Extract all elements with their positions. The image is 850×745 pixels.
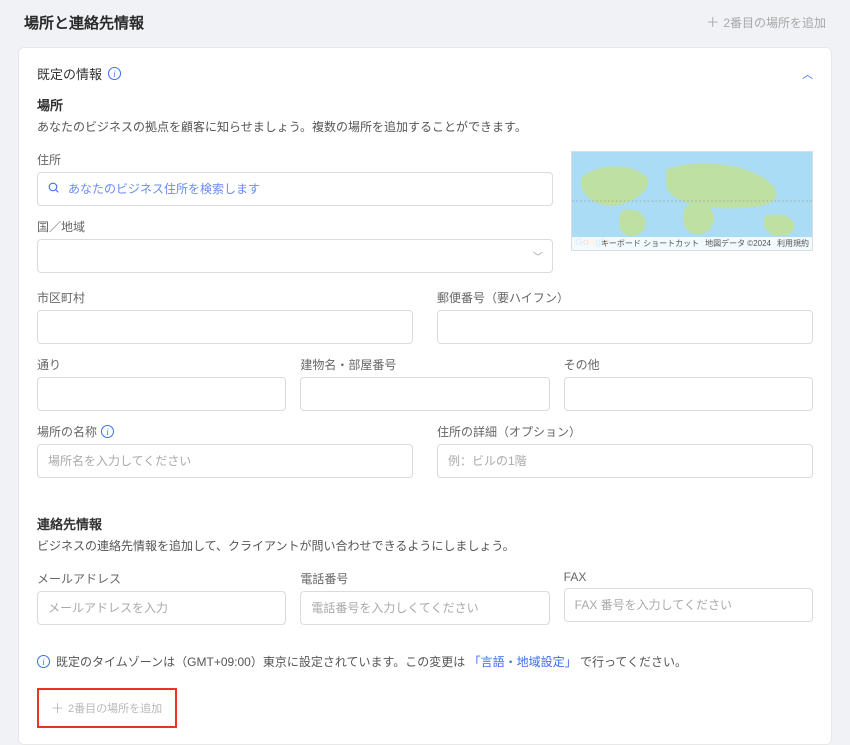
info-icon: i bbox=[37, 655, 50, 668]
fax-label: FAX bbox=[564, 570, 813, 584]
info-icon[interactable]: i bbox=[108, 67, 121, 80]
search-icon bbox=[47, 181, 60, 197]
page-title: 場所と連絡先情報 bbox=[24, 12, 144, 33]
street-input[interactable] bbox=[37, 377, 286, 411]
country-label: 国／地域 bbox=[37, 218, 553, 235]
phone-label: 電話番号 bbox=[300, 570, 549, 587]
postal-label: 郵便番号（要ハイフン） bbox=[437, 289, 813, 306]
location-name-label: 場所の名称 i bbox=[37, 423, 413, 440]
map-preview[interactable]: Google キーボード ショートカット 地図データ ©2024 利用規約 bbox=[571, 151, 813, 251]
contact-desc: ビジネスの連絡先情報を追加して、クライアントが問い合わせできるようにしましょう。 bbox=[37, 537, 813, 554]
city-input[interactable] bbox=[37, 310, 413, 344]
street-label: 通り bbox=[37, 356, 286, 373]
address-detail-label: 住所の詳細（オプション） bbox=[437, 423, 813, 440]
card-title: 既定の情報 i bbox=[37, 64, 121, 83]
contact-heading: 連絡先情報 bbox=[37, 514, 813, 533]
address-label: 住所 bbox=[37, 151, 553, 168]
email-label: メールアドレス bbox=[37, 570, 286, 587]
map-shortcuts[interactable]: キーボード ショートカット bbox=[601, 238, 699, 249]
add-second-location-bottom[interactable]: ＋ 2番目の場所を追加 bbox=[51, 700, 162, 716]
address-search-input[interactable] bbox=[37, 172, 553, 206]
building-label: 建物名・部屋番号 bbox=[300, 356, 549, 373]
country-select[interactable] bbox=[37, 239, 553, 273]
address-detail-input[interactable] bbox=[437, 444, 813, 478]
location-name-input[interactable] bbox=[37, 444, 413, 478]
plus-icon: ＋ bbox=[51, 702, 64, 715]
plus-icon: ＋ bbox=[706, 16, 719, 29]
timezone-note: i 既定のタイムゾーンは（GMT+09:00）東京に設定されています。この変更は… bbox=[37, 653, 813, 670]
add-second-location-top[interactable]: ＋ 2番目の場所を追加 bbox=[706, 14, 826, 31]
default-info-card: 既定の情報 i ︿ 場所 あなたのビジネスの拠点を顧客に知らせましょう。複数の場… bbox=[18, 47, 832, 745]
map-terms[interactable]: 利用規約 bbox=[777, 238, 809, 249]
other-input[interactable] bbox=[564, 377, 813, 411]
building-input[interactable] bbox=[300, 377, 549, 411]
email-input[interactable] bbox=[37, 591, 286, 625]
other-label: その他 bbox=[564, 356, 813, 373]
phone-input[interactable] bbox=[300, 591, 549, 625]
map-data: 地図データ ©2024 bbox=[705, 238, 771, 249]
collapse-chevron-icon[interactable]: ︿ bbox=[802, 66, 813, 82]
info-icon[interactable]: i bbox=[101, 425, 114, 438]
location-desc: あなたのビジネスの拠点を顧客に知らせましょう。複数の場所を追加することができます… bbox=[37, 118, 813, 135]
city-label: 市区町村 bbox=[37, 289, 413, 306]
fax-input[interactable] bbox=[564, 588, 813, 622]
locale-settings-link[interactable]: 「言語・地域設定」 bbox=[469, 655, 577, 669]
add-second-location-bottom-label: 2番目の場所を追加 bbox=[68, 700, 162, 716]
postal-input[interactable] bbox=[437, 310, 813, 344]
add-second-location-highlight: ＋ 2番目の場所を追加 bbox=[37, 688, 177, 728]
add-second-location-top-label: 2番目の場所を追加 bbox=[723, 14, 826, 31]
location-heading: 場所 bbox=[37, 95, 813, 114]
